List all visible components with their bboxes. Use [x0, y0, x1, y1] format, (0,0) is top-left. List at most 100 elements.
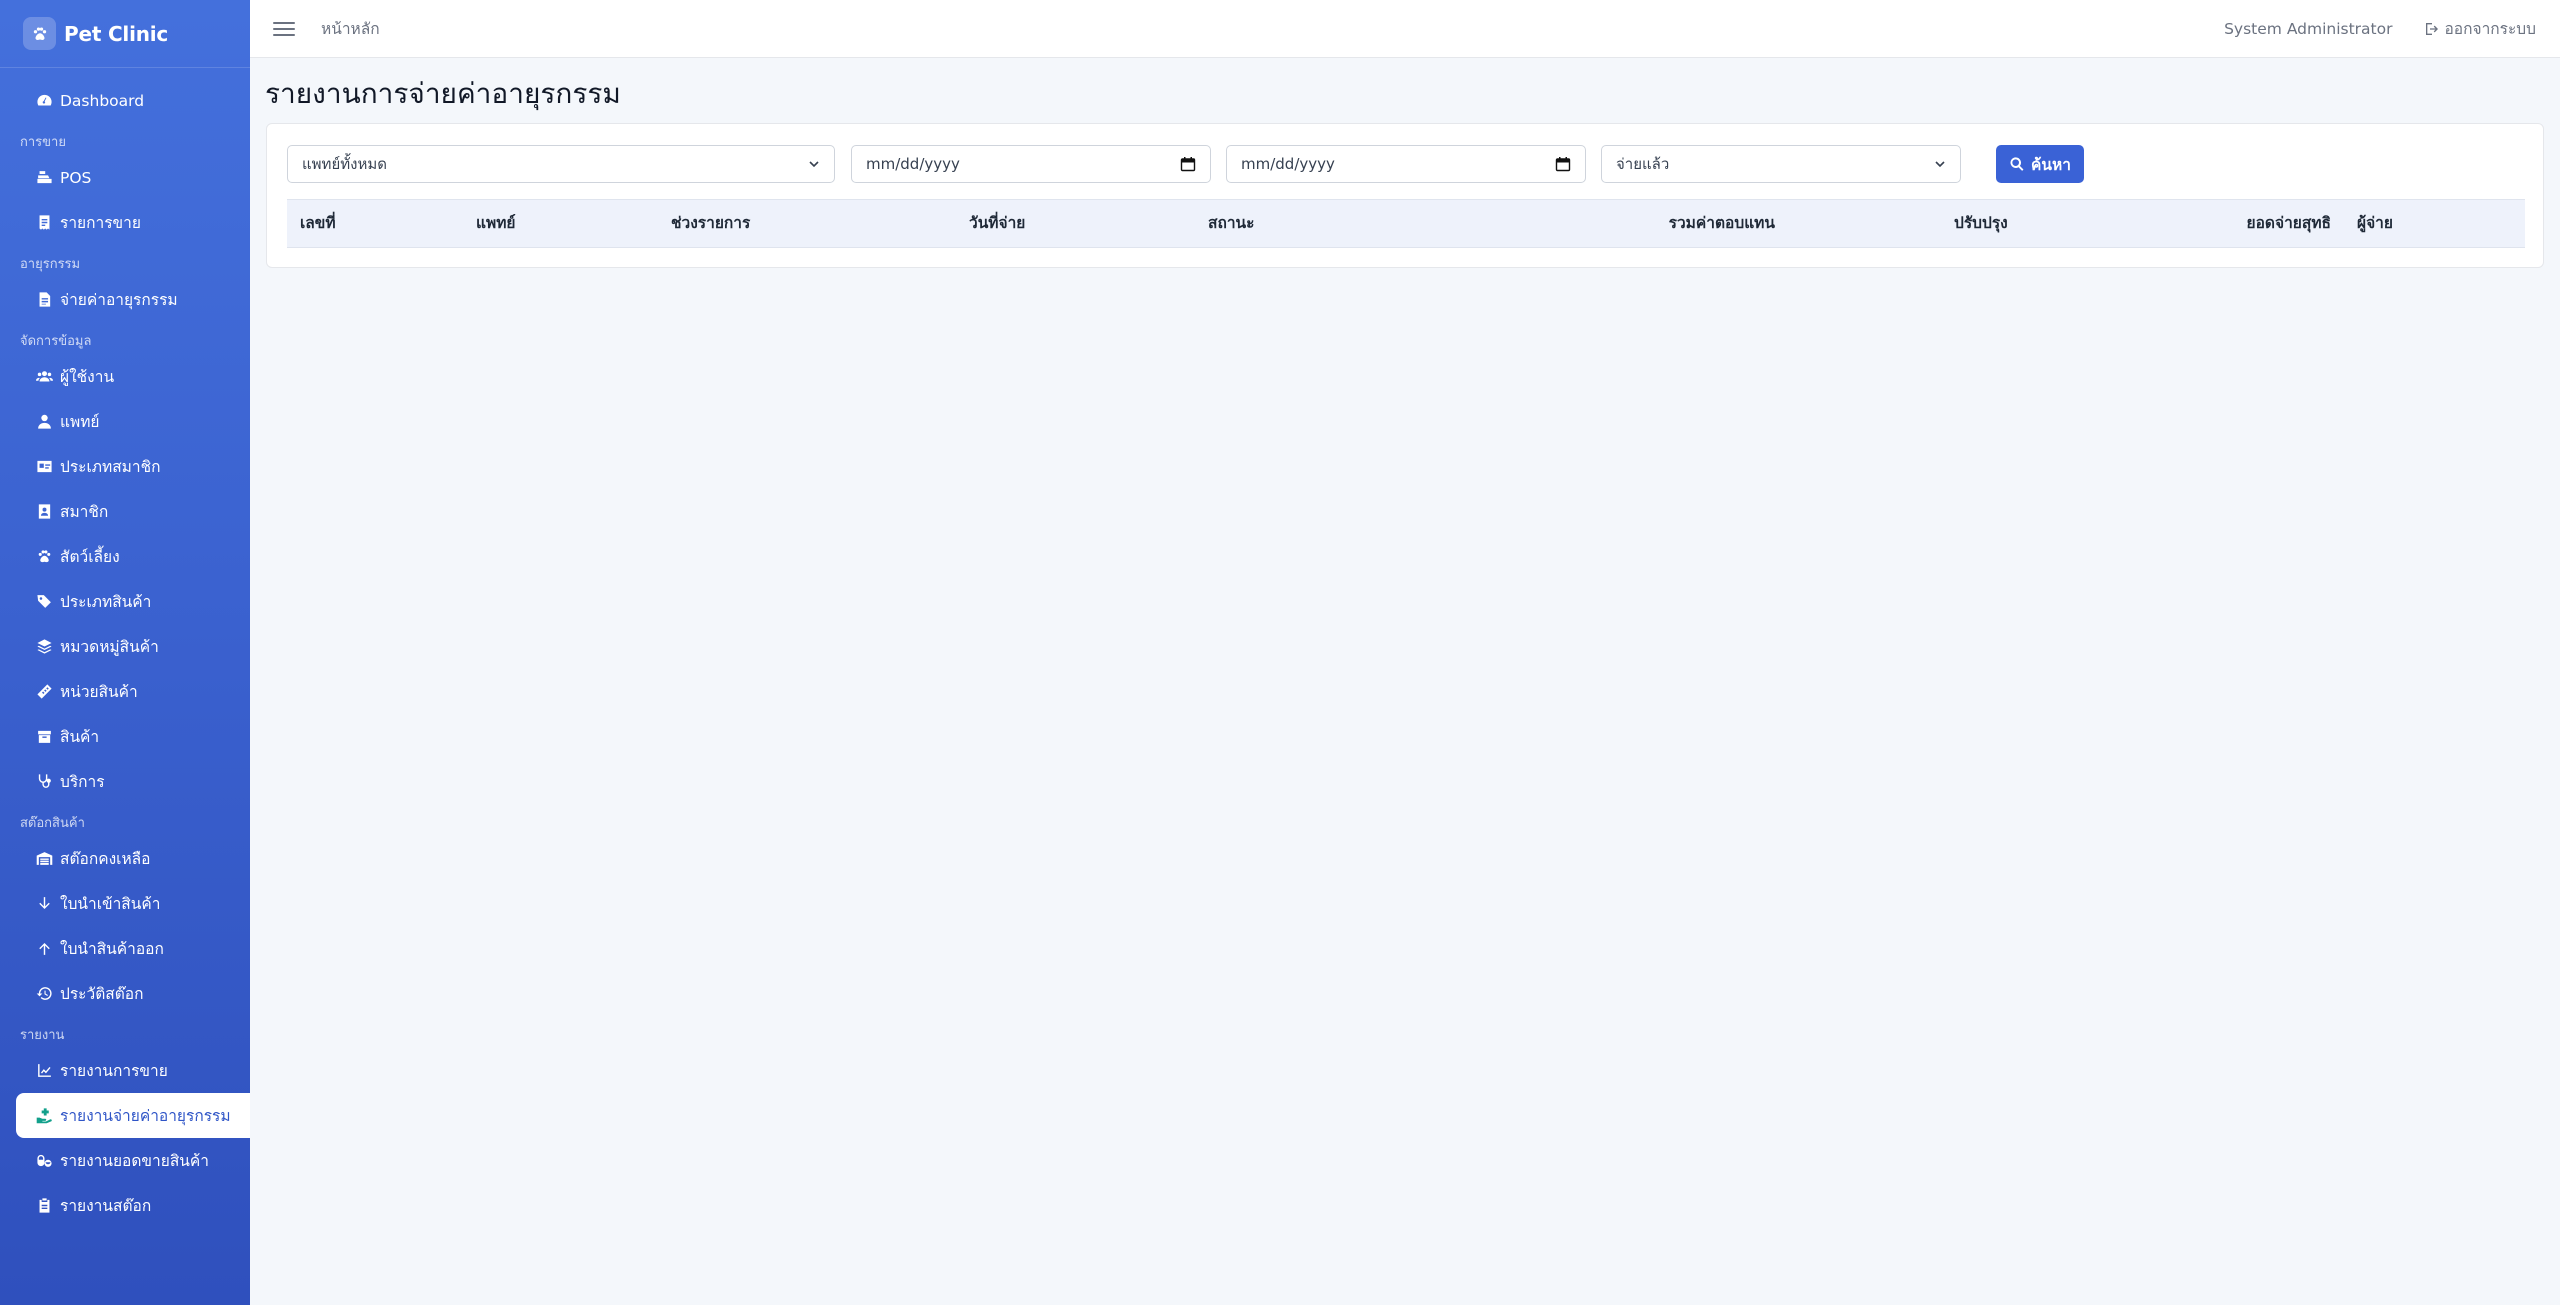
chevron-down-icon	[809, 161, 819, 168]
users-icon	[34, 367, 54, 387]
current-user[interactable]: System Administrator	[2224, 20, 2392, 38]
nav-section-title: จัดการข้อมูล	[20, 334, 92, 349]
column-header[interactable]: ยอดจ่ายสุทธิ	[2247, 200, 2331, 247]
doctor-select-value: แพทย์ทั้งหมด	[302, 155, 387, 173]
clipboard-icon	[34, 1196, 54, 1216]
pills-icon	[34, 1151, 54, 1171]
sidebar-item-label: สัตว์เลี้ยง	[60, 548, 120, 566]
sidebar-item-label: รายงานสต๊อก	[60, 1197, 152, 1215]
sidebar-item-member-types[interactable]: ประเภทสมาชิก	[0, 444, 250, 489]
brand[interactable]: Pet Clinic	[0, 0, 250, 68]
sidebar-item-sales-report[interactable]: รายงานการขาย	[0, 1048, 250, 1093]
calendar-icon[interactable]	[1180, 156, 1196, 172]
paw-icon	[23, 17, 56, 50]
sidebar-item-label: จ่ายค่าอายุรกรรม	[60, 291, 178, 309]
sidebar-item-label: หน่วยสินค้า	[60, 683, 138, 701]
sidebar-item-product-units[interactable]: หน่วยสินค้า	[0, 669, 250, 714]
sidebar-item-pos[interactable]: POS	[0, 155, 250, 200]
history-icon	[34, 984, 54, 1004]
sidebar-item-stock-in[interactable]: ใบนำเข้าสินค้า	[0, 881, 250, 926]
nav-section-title: รายงาน	[20, 1028, 65, 1043]
sidebar-item-members[interactable]: สมาชิก	[0, 489, 250, 534]
sidebar-item-label: สินค้า	[60, 728, 100, 746]
sidebar-item-label: ประวัติสต๊อก	[60, 985, 144, 1003]
address-card-icon	[34, 502, 54, 522]
status-select-value: จ่ายแล้ว	[1616, 155, 1670, 173]
sidebar-item-label: ประเภทสินค้า	[60, 593, 152, 611]
table-header: เลขที่ แพทย์ ช่วงรายการ วันที่จ่าย สถานะ…	[287, 199, 2525, 248]
app-name: Pet Clinic	[64, 21, 169, 46]
arrow-down-icon	[34, 894, 54, 914]
topbar-right: System Administrator ออกจากระบบ	[2224, 16, 2536, 41]
sidebar-item-pets[interactable]: สัตว์เลี้ยง	[0, 534, 250, 579]
sidebar-item-label: หมวดหมู่สินค้า	[60, 638, 159, 656]
sidebar-item-stock-report[interactable]: รายงานสต๊อก	[0, 1183, 250, 1228]
calendar-icon[interactable]	[1555, 156, 1571, 172]
sidebar-item-sales-list[interactable]: รายการขาย	[0, 200, 250, 245]
column-header[interactable]: รวมค่าตอบแทน	[1669, 200, 1775, 247]
breadcrumb-home[interactable]: หน้าหลัก	[321, 16, 380, 41]
sidebar-item-product-categories[interactable]: หมวดหมู่สินค้า	[0, 624, 250, 669]
sidebar-item-medical-payment[interactable]: จ่ายค่าอายุรกรรม	[0, 277, 250, 322]
chart-line-icon	[34, 1061, 54, 1081]
date-to-input[interactable]: mm/dd/yyyy	[1226, 145, 1586, 183]
status-select[interactable]: จ่ายแล้ว	[1601, 145, 1961, 183]
doctor-select[interactable]: แพทย์ทั้งหมด	[287, 145, 835, 183]
sidebar-item-label: ประเภทสมาชิก	[60, 458, 161, 476]
sidebar-item-stock-out[interactable]: ใบนำสินค้าออก	[0, 926, 250, 971]
column-header[interactable]: ผู้จ่าย	[2357, 200, 2393, 247]
gauge-icon	[34, 91, 54, 111]
sidebar-item-services[interactable]: บริการ	[0, 759, 250, 804]
ruler-icon	[34, 682, 54, 702]
column-header[interactable]: ช่วงรายการ	[671, 200, 750, 247]
layer-group-icon	[34, 637, 54, 657]
sidebar-item-product-types[interactable]: ประเภทสินค้า	[0, 579, 250, 624]
sidebar-item-dashboard[interactable]: Dashboard	[0, 78, 250, 123]
sidebar-item-label: POS	[60, 168, 92, 187]
sidebar-nav: Dashboard การขาย POS รายการขาย อายุรกรรม…	[0, 68, 250, 1228]
chevron-down-icon	[1935, 161, 1945, 168]
column-header[interactable]: เลขที่	[300, 200, 336, 247]
sidebar-item-stock-remaining[interactable]: สต๊อกคงเหลือ	[0, 836, 250, 881]
report-card: แพทย์ทั้งหมด mm/dd/yyyy mm/dd/yyyy จ่ายแ…	[266, 123, 2544, 268]
sidebar-item-product-sales-report[interactable]: รายงานยอดขายสินค้า	[0, 1138, 250, 1183]
column-header[interactable]: แพทย์	[476, 200, 516, 247]
menu-toggle-icon[interactable]	[273, 21, 295, 36]
search-button-label: ค้นหา	[2031, 155, 2071, 174]
column-header[interactable]: สถานะ	[1208, 200, 1254, 247]
topbar: หน้าหลัก System Administrator ออกจากระบบ	[250, 0, 2560, 58]
page-title: รายงานการจ่ายค่าอายุรกรรม	[265, 77, 621, 110]
receipt-icon	[34, 213, 54, 233]
sign-out-icon	[2426, 22, 2439, 35]
paw-icon	[34, 547, 54, 567]
sidebar-item-doctors[interactable]: แพทย์	[0, 399, 250, 444]
sidebar-item-label: รายการขาย	[60, 214, 141, 232]
date-from-input[interactable]: mm/dd/yyyy	[851, 145, 1211, 183]
warehouse-icon	[34, 849, 54, 869]
logout-label: ออกจากระบบ	[2444, 20, 2536, 38]
date-to-placeholder: mm/dd/yyyy	[1241, 155, 1335, 173]
logout-button[interactable]: ออกจากระบบ	[2424, 16, 2536, 41]
sidebar-item-label: รายงานยอดขายสินค้า	[60, 1152, 209, 1170]
hand-holding-medical-icon	[34, 1106, 54, 1126]
sidebar-item-label: แพทย์	[60, 413, 100, 431]
sidebar-item-products[interactable]: สินค้า	[0, 714, 250, 759]
sidebar-item-label: สมาชิก	[60, 503, 109, 521]
sidebar-item-label: ใบนำสินค้าออก	[60, 940, 164, 958]
sidebar-item-medical-payment-report[interactable]: รายงานจ่ายค่าอายุรกรรม	[16, 1093, 250, 1138]
sidebar: Pet Clinic Dashboard การขาย POS รายการขา…	[0, 0, 250, 1305]
sidebar-item-label: Dashboard	[60, 91, 145, 110]
column-header[interactable]: ปรับปรุง	[1954, 200, 2008, 247]
sidebar-item-users[interactable]: ผู้ใช้งาน	[0, 354, 250, 399]
sidebar-item-label: ผู้ใช้งาน	[60, 368, 115, 386]
file-invoice-icon	[34, 290, 54, 310]
sidebar-item-label: สต๊อกคงเหลือ	[60, 850, 151, 868]
id-card-icon	[34, 457, 54, 477]
nav-section-title: อายุรกรรม	[20, 257, 81, 272]
column-header[interactable]: วันที่จ่าย	[969, 200, 1025, 247]
search-button[interactable]: ค้นหา	[1996, 145, 2084, 183]
sidebar-item-label: ใบนำเข้าสินค้า	[60, 895, 161, 913]
sidebar-item-stock-history[interactable]: ประวัติสต๊อก	[0, 971, 250, 1016]
arrow-up-icon	[34, 939, 54, 959]
cash-register-icon	[34, 168, 54, 188]
